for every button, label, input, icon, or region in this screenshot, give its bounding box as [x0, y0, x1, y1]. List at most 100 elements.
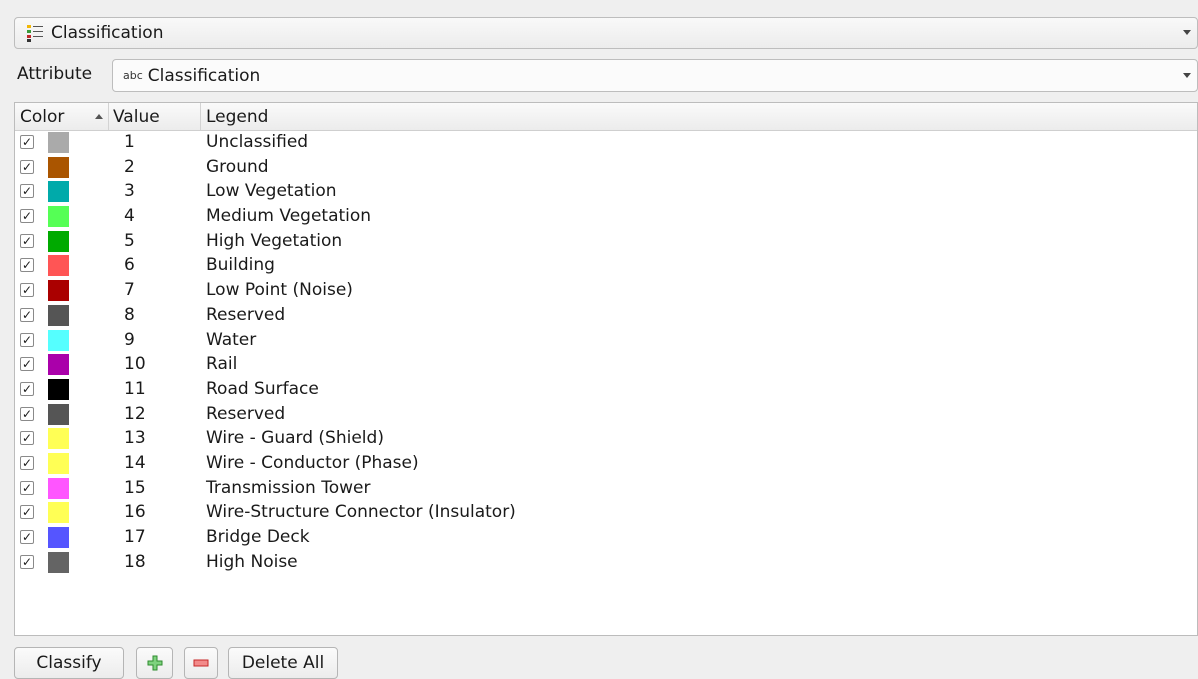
table-row[interactable]: ✓ 6 Building	[15, 254, 1197, 279]
visibility-checkbox[interactable]: ✓	[20, 530, 34, 544]
classification-table[interactable]: Color Value Legend ✓ 1 Unclassified ✓ 2 Groun…	[14, 102, 1198, 636]
class-value: 18	[124, 551, 146, 572]
table-row[interactable]: ✓ 1 Unclassified	[15, 131, 1197, 156]
class-value: 8	[124, 304, 135, 325]
table-row[interactable]: ✓ 18 High Noise	[15, 551, 1197, 576]
class-value: 16	[124, 502, 146, 523]
visibility-checkbox[interactable]: ✓	[20, 159, 34, 174]
visibility-checkbox[interactable]: ✓	[20, 431, 34, 446]
minus-icon	[193, 655, 209, 671]
class-legend: High Noise	[206, 551, 298, 572]
column-header-color[interactable]: Color	[20, 107, 64, 127]
classify-button-label: Classify	[36, 653, 102, 673]
attribute-label: Attribute	[17, 64, 93, 84]
add-class-button[interactable]	[136, 647, 173, 679]
string-field-icon: abc	[123, 69, 143, 82]
chevron-down-icon	[1183, 30, 1191, 35]
sort-ascending-icon	[95, 114, 103, 119]
table-row[interactable]: ✓ 12 Reserved	[15, 403, 1197, 428]
visibility-checkbox[interactable]: ✓	[20, 233, 34, 248]
class-value: 4	[124, 206, 135, 227]
classify-button[interactable]: Classify	[14, 647, 124, 679]
delete-all-button[interactable]: Delete All	[228, 647, 338, 679]
visibility-checkbox[interactable]: ✓	[20, 258, 34, 273]
visibility-checkbox[interactable]: ✓	[20, 455, 34, 470]
visibility-checkbox[interactable]: ✓	[20, 357, 34, 372]
class-legend: Ground	[206, 156, 269, 177]
color-swatch[interactable]	[48, 502, 69, 524]
table-row[interactable]: ✓ 13 Wire - Guard (Shield)	[15, 427, 1197, 452]
column-divider[interactable]	[108, 103, 109, 130]
color-swatch[interactable]	[48, 304, 69, 326]
visibility-checkbox[interactable]: ✓	[20, 307, 34, 322]
table-row[interactable]: ✓ 3 Low Vegetation	[15, 180, 1197, 205]
class-value: 15	[124, 477, 146, 498]
class-value: 3	[124, 181, 135, 202]
color-swatch[interactable]	[48, 206, 69, 228]
table-row[interactable]: ✓ 2 Ground	[15, 156, 1197, 181]
visibility-checkbox[interactable]: ✓	[20, 480, 34, 495]
visibility-checkbox[interactable]: ✓	[20, 381, 34, 396]
visibility-checkbox[interactable]: ✓	[20, 406, 34, 421]
color-swatch[interactable]	[48, 477, 69, 499]
color-swatch[interactable]	[48, 452, 69, 474]
visibility-checkbox[interactable]: ✓	[20, 283, 34, 298]
table-row[interactable]: ✓ 17 Bridge Deck	[15, 526, 1197, 551]
visibility-checkbox[interactable]: ✓	[20, 184, 34, 199]
visibility-checkbox[interactable]: ✓	[20, 554, 34, 569]
visibility-checkbox[interactable]: ✓	[20, 209, 34, 224]
color-swatch[interactable]	[48, 378, 69, 400]
color-swatch[interactable]	[48, 329, 69, 351]
class-legend: Unclassified	[206, 132, 309, 152]
table-row[interactable]: ✓ 10 Rail	[15, 353, 1197, 378]
table-row[interactable]: ✓ 4 Medium Vegetation	[15, 205, 1197, 230]
class-legend: Reserved	[206, 304, 286, 325]
color-swatch[interactable]	[48, 428, 69, 450]
table-row[interactable]: ✓ 16 Wire-Structure Connector (Insulator)	[15, 501, 1197, 526]
visibility-checkbox[interactable]: ✓	[20, 135, 34, 149]
table-row[interactable]: ✓ 14 Wire - Conductor (Phase)	[15, 452, 1197, 477]
table-row[interactable]: ✓ 15 Transmission Tower	[15, 477, 1197, 502]
column-divider[interactable]	[200, 103, 201, 130]
class-value: 2	[124, 156, 135, 177]
color-swatch[interactable]	[48, 230, 69, 252]
class-value: 13	[124, 428, 146, 449]
class-value: 12	[124, 403, 146, 424]
class-value: 11	[124, 378, 146, 399]
renderer-type-label: Classification	[51, 23, 164, 43]
color-swatch[interactable]	[48, 132, 69, 153]
table-row[interactable]: ✓ 5 High Vegetation	[15, 230, 1197, 255]
attribute-dropdown[interactable]: abc Classification	[112, 59, 1198, 92]
column-header-value[interactable]: Value	[113, 107, 160, 127]
color-swatch[interactable]	[48, 551, 69, 573]
class-value: 14	[124, 452, 146, 473]
color-swatch[interactable]	[48, 255, 69, 277]
class-legend: Wire-Structure Connector (Insulator)	[206, 502, 516, 523]
class-legend: Wire - Conductor (Phase)	[206, 452, 419, 473]
table-row[interactable]: ✓ 8 Reserved	[15, 304, 1197, 329]
table-row[interactable]: ✓ 9 Water	[15, 329, 1197, 354]
class-value: 6	[124, 255, 135, 276]
plus-icon	[147, 655, 163, 671]
color-swatch[interactable]	[48, 156, 69, 178]
color-swatch[interactable]	[48, 403, 69, 425]
renderer-type-dropdown[interactable]: Classification	[14, 17, 1198, 49]
class-legend: Building	[206, 255, 275, 276]
table-row[interactable]: ✓ 11 Road Surface	[15, 378, 1197, 403]
class-legend: Rail	[206, 354, 238, 375]
class-value: 1	[124, 132, 135, 152]
class-value: 10	[124, 354, 146, 375]
visibility-checkbox[interactable]: ✓	[20, 332, 34, 347]
delete-all-button-label: Delete All	[241, 653, 325, 673]
color-swatch[interactable]	[48, 527, 69, 548]
column-header-legend[interactable]: Legend	[206, 107, 268, 127]
color-swatch[interactable]	[48, 354, 69, 376]
remove-class-button[interactable]	[184, 647, 218, 679]
table-row[interactable]: ✓ 7 Low Point (Noise)	[15, 279, 1197, 304]
visibility-checkbox[interactable]: ✓	[20, 505, 34, 520]
class-value: 5	[124, 230, 135, 251]
color-swatch[interactable]	[48, 280, 69, 302]
class-legend: Water	[206, 329, 257, 350]
class-value: 9	[124, 329, 135, 350]
color-swatch[interactable]	[48, 181, 69, 203]
